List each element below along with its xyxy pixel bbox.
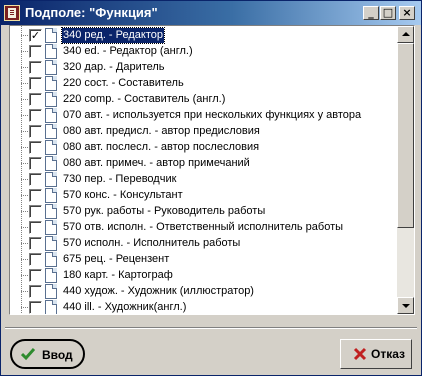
item-checkbox[interactable]	[29, 157, 42, 170]
item-label: 220 сост. - Составитель	[63, 77, 184, 89]
ok-button[interactable]: Ввод	[10, 339, 85, 369]
title-bar[interactable]: Подполе: "Функция" _ □ ×	[1, 1, 421, 25]
item-checkbox[interactable]	[29, 253, 42, 266]
item-checkbox[interactable]	[29, 173, 42, 186]
item-label: 180 карт. - Картограф	[63, 269, 173, 281]
item-label: 320 дар. - Даритель	[63, 61, 165, 73]
document-icon	[45, 172, 57, 187]
function-list[interactable]: ✓ 340 ред. - Редактор 340 ed. - Редактор (…	[9, 25, 415, 315]
document-icon	[45, 252, 57, 267]
document-icon	[45, 92, 57, 107]
dialog-window: Подполе: "Функция" _ □ × ✓ 340 ред. - Ред…	[0, 0, 422, 376]
item-checkbox[interactable]	[29, 93, 42, 106]
ok-button-label: Ввод	[42, 348, 73, 362]
item-checkbox[interactable]	[29, 221, 42, 234]
divider	[5, 327, 417, 329]
scroll-up-button[interactable]	[397, 26, 414, 43]
window-title: Подполе: "Функция"	[25, 5, 158, 20]
item-label: 340 ed. - Редактор (англ.)	[63, 45, 193, 57]
item-checkbox[interactable]	[29, 77, 42, 90]
scroll-down-button[interactable]	[397, 297, 414, 314]
item-label: 675 рец. - Рецензент	[63, 253, 170, 265]
scroll-up-arrow-icon	[402, 32, 410, 36]
item-label: 730 пер. - Переводчик	[63, 173, 177, 185]
minimize-button[interactable]: _	[363, 6, 379, 20]
cancel-button-label: Отказ	[371, 347, 406, 361]
check-icon	[21, 348, 35, 361]
document-icon	[45, 188, 57, 203]
item-checkbox[interactable]	[29, 141, 42, 154]
item-checkbox[interactable]	[29, 109, 42, 122]
cancel-button[interactable]: Отказ	[340, 339, 412, 369]
item-checkbox[interactable]	[29, 237, 42, 250]
list-item[interactable]: 440 ill. - Художник(англ.)	[10, 298, 397, 314]
document-icon	[45, 204, 57, 219]
maximize-button[interactable]: □	[380, 6, 396, 20]
item-label: 570 исполн. - Исполнитель работы	[63, 237, 241, 249]
document-icon	[45, 28, 57, 43]
item-checkbox[interactable]	[29, 205, 42, 218]
document-icon	[45, 220, 57, 235]
x-icon	[353, 347, 367, 361]
app-icon[interactable]	[4, 5, 20, 21]
document-icon	[45, 124, 57, 139]
item-checkbox[interactable]	[29, 125, 42, 138]
item-label: 570 отв. исполн. - Ответственный исполни…	[63, 221, 344, 233]
document-icon	[45, 60, 57, 75]
document-icon	[45, 76, 57, 91]
document-icon	[45, 108, 57, 123]
item-checkbox[interactable]	[29, 61, 42, 74]
item-label: 080 авт. послесл. - автор послесловия	[63, 141, 260, 153]
item-label: 340 ред. - Редактор	[60, 27, 166, 44]
item-checkbox[interactable]	[29, 301, 42, 314]
document-icon	[45, 268, 57, 283]
item-label: 440 худож. - Художник (иллюстратор)	[63, 285, 254, 297]
document-icon	[45, 284, 57, 299]
item-label: 080 авт. примеч. - автор примечаний	[63, 157, 250, 169]
item-label: 440 ill. - Художник(англ.)	[63, 301, 187, 313]
document-icon	[45, 236, 57, 251]
list-items: ✓ 340 ред. - Редактор 340 ed. - Редактор (…	[10, 26, 397, 314]
close-button[interactable]: ×	[399, 6, 415, 20]
scroll-thumb[interactable]	[397, 43, 414, 228]
document-icon	[45, 300, 57, 314]
item-checkbox[interactable]	[29, 189, 42, 202]
item-label: 220 comp. - Составитель (англ.)	[63, 93, 226, 105]
item-label: 570 рук. работы - Руководитель работы	[63, 205, 266, 217]
item-checkbox[interactable]: ✓	[29, 29, 42, 42]
item-label: 570 конс. - Консультант	[63, 189, 183, 201]
item-label: 080 авт. предисл. - автор предисловия	[63, 125, 260, 137]
tree-line	[21, 298, 22, 314]
item-checkbox[interactable]	[29, 285, 42, 298]
document-icon	[45, 156, 57, 171]
item-checkbox[interactable]	[29, 269, 42, 282]
document-icon	[45, 140, 57, 155]
vertical-scrollbar[interactable]	[397, 26, 414, 314]
item-checkbox[interactable]	[29, 45, 42, 58]
scroll-down-arrow-icon	[402, 304, 410, 308]
item-label: 070 авт. - используется при нескольких ф…	[63, 109, 362, 121]
document-icon	[45, 44, 57, 59]
